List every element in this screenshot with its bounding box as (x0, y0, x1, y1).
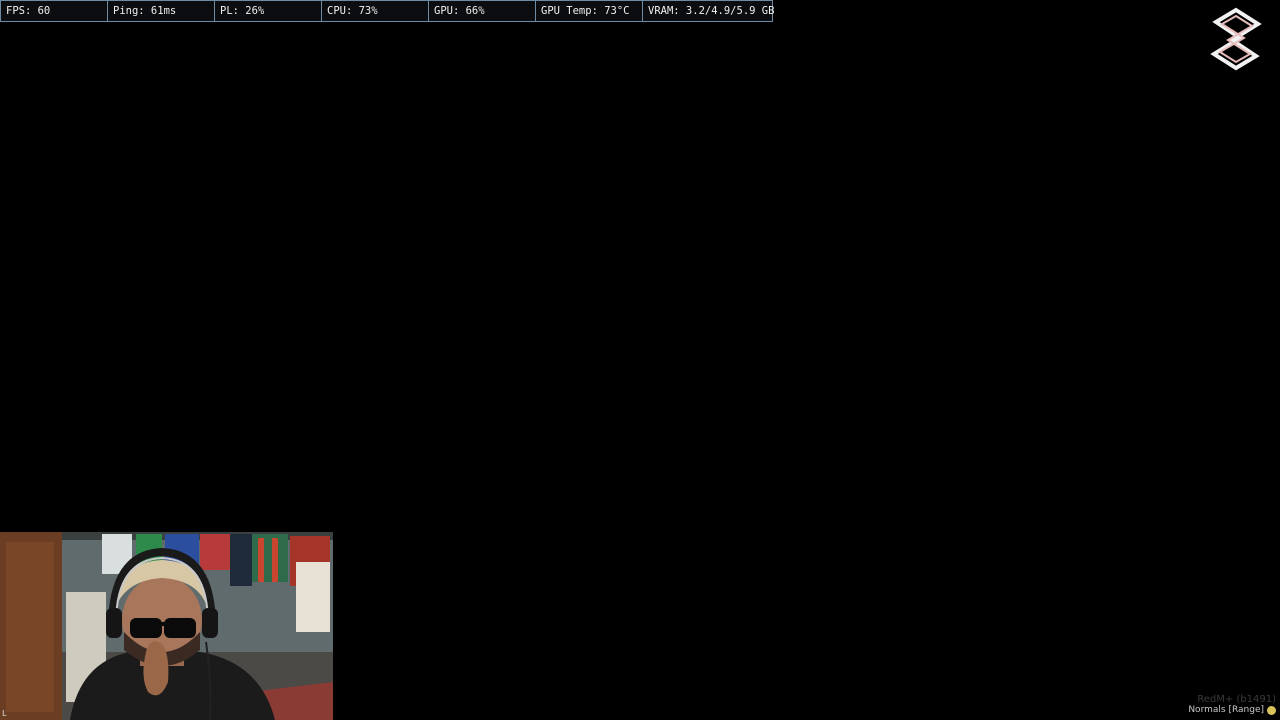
packet-loss-stat: PL: 26% (215, 1, 322, 21)
status-dot-icon (1267, 706, 1276, 715)
streamer-logo-icon (1208, 6, 1264, 72)
build-version-label: RedM+ (b1491) (1197, 694, 1276, 705)
cpu-stat: CPU: 73% (322, 1, 429, 21)
ping-stat: Ping: 61ms (108, 1, 215, 21)
gpu-temp-stat: GPU Temp: 73°C (536, 1, 643, 21)
webcam-corner-mark: L (2, 709, 7, 718)
vram-stat: VRAM: 3.2/4.9/5.9 GB (648, 5, 775, 17)
performance-overlay: FPS: 60 Ping: 61ms PL: 26% CPU: 73% GPU:… (0, 0, 775, 22)
gpu-stat: GPU: 66% (429, 1, 536, 21)
build-watermark: RedM+ (b1491) Normals [Range] (1188, 694, 1276, 716)
render-mode-label: Normals [Range] (1188, 705, 1264, 715)
webcam-feed: L (0, 532, 333, 720)
fps-stat: FPS: 60 (1, 1, 108, 21)
